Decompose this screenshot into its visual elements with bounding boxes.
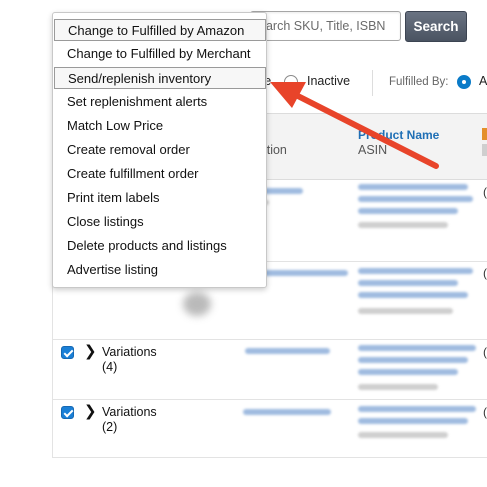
blurred-asin xyxy=(358,222,448,228)
next-column-subheader-edge xyxy=(482,144,487,156)
next-column-header-edge xyxy=(482,128,487,140)
status-filter-row: ve Inactive Fulfilled By: A xyxy=(250,68,487,98)
blurred-sku xyxy=(243,409,331,415)
expand-chevron-icon[interactable]: ❯ xyxy=(84,342,97,360)
fulfilled-by-option-fragment: A xyxy=(479,74,487,88)
blurred-product-name xyxy=(358,268,473,274)
menu-item-match-low-price[interactable]: Match Low Price xyxy=(54,115,266,137)
blurred-product-name xyxy=(358,196,473,202)
cell-edge: ( xyxy=(483,185,487,199)
blurred-product-name xyxy=(358,369,458,375)
cell-edge: ( xyxy=(483,405,487,419)
menu-item-create-removal-order[interactable]: Create removal order xyxy=(54,139,266,161)
variations-count: (2) xyxy=(102,420,118,434)
blurred-thumbnail xyxy=(183,292,211,316)
menu-item-advertise-listing[interactable]: Advertise listing xyxy=(54,259,266,281)
blurred-product-name xyxy=(358,418,468,424)
cell-edge: ( xyxy=(483,266,487,280)
expand-chevron-icon[interactable]: ❯ xyxy=(84,402,97,420)
blurred-product-name xyxy=(358,357,468,363)
inactive-label: Inactive xyxy=(307,74,351,88)
blurred-product-name xyxy=(358,280,458,286)
blurred-product-name xyxy=(358,406,476,412)
row-checkbox[interactable] xyxy=(61,346,74,359)
blurred-product-name xyxy=(358,345,476,351)
inactive-radio[interactable] xyxy=(284,75,298,89)
search-input[interactable]: earch SKU, Title, ISBN xyxy=(250,11,401,41)
variations-label: Variations xyxy=(102,405,157,419)
fulfilled-by-radio[interactable] xyxy=(457,75,471,89)
menu-item-send-replenish-inventory[interactable]: Send/replenish inventory xyxy=(54,67,266,89)
blurred-product-name xyxy=(358,184,468,190)
menu-item-change-to-fba[interactable]: Change to Fulfilled by Amazon xyxy=(54,19,266,41)
menu-item-delete-products-and-listings[interactable]: Delete products and listings xyxy=(54,235,266,257)
blurred-sku xyxy=(263,188,303,194)
variations-label: Variations xyxy=(102,345,157,359)
asin-header: ASIN xyxy=(358,143,388,157)
menu-item-change-to-fbm[interactable]: Change to Fulfilled by Merchant xyxy=(54,43,266,65)
variations-count: (4) xyxy=(102,360,118,374)
filter-divider xyxy=(372,70,373,96)
menu-item-close-listings[interactable]: Close listings xyxy=(54,211,266,233)
blurred-asin xyxy=(358,308,453,314)
cell-edge: ( xyxy=(483,345,487,359)
blurred-asin xyxy=(358,384,438,390)
table-row: ❯ Variations (2) ( xyxy=(53,400,487,458)
search-button[interactable]: Search xyxy=(405,11,467,42)
blurred-product-name xyxy=(358,208,458,214)
table-row: ❯ Variations (4) ( xyxy=(53,340,487,400)
blurred-product-name xyxy=(358,292,468,298)
menu-item-set-replenishment-alerts[interactable]: Set replenishment alerts xyxy=(54,91,266,113)
product-name-header[interactable]: Product Name xyxy=(358,128,439,142)
action-dropdown-menu: Change to Fulfilled by Amazon Change to … xyxy=(52,12,267,288)
fulfilled-by-label: Fulfilled By: xyxy=(389,76,449,88)
blurred-asin xyxy=(358,432,448,438)
blurred-sku xyxy=(245,348,330,354)
row-checkbox[interactable] xyxy=(61,406,74,419)
menu-item-create-fulfillment-order[interactable]: Create fulfillment order xyxy=(54,163,266,185)
menu-item-print-item-labels[interactable]: Print item labels xyxy=(54,187,266,209)
